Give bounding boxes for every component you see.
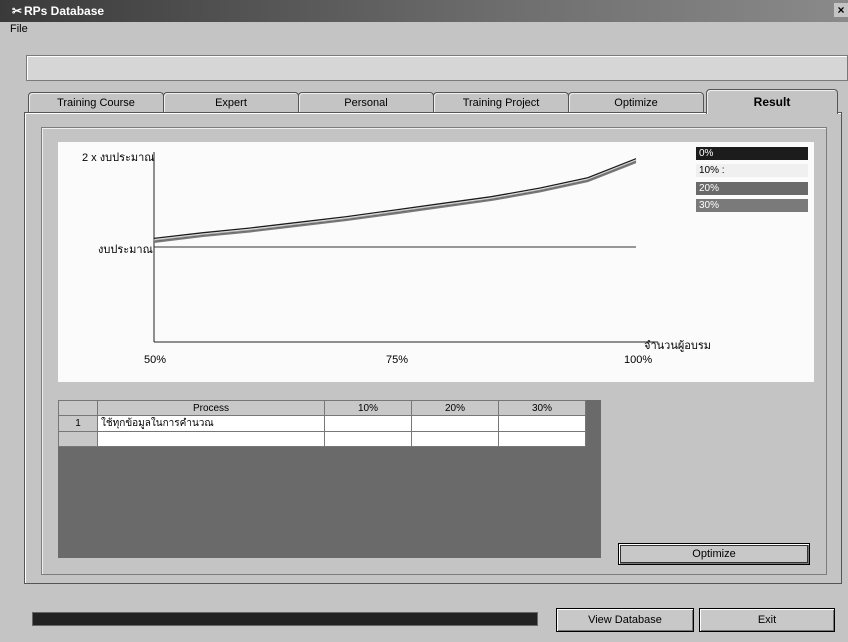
legend-20: 20% <box>696 182 808 195</box>
series-line-20pct <box>153 160 637 242</box>
result-chart: 2 x งบประมาณ งบประมาณ จำนวนผู้อบรม 50% 7… <box>58 142 814 382</box>
cell-10[interactable] <box>324 431 412 447</box>
cell-process[interactable]: ใช้ทุกข้อมูลในการคำนวณ <box>97 415 325 432</box>
series-line-10pct <box>153 159 637 241</box>
table-row[interactable] <box>58 431 586 447</box>
cell-10[interactable] <box>324 415 412 432</box>
x-tick-100: 100% <box>624 354 653 366</box>
exit-button[interactable]: Exit <box>699 608 835 632</box>
app-icon: ✂ <box>12 4 23 18</box>
result-grid-area: Process 10% 20% 30% 1 ใช้ทุกข้อมูลในการค… <box>58 400 601 558</box>
tab-result[interactable]: Result <box>706 89 838 114</box>
cell-30[interactable] <box>498 415 586 432</box>
grid-corner <box>58 400 98 416</box>
grid-header-20: 20% <box>411 400 499 416</box>
x-tick-75: 75% <box>386 354 409 366</box>
x-axis-label: จำนวนผู้อบรม <box>644 340 712 352</box>
view-database-button[interactable]: View Database <box>556 608 694 632</box>
cell-20[interactable] <box>411 431 499 447</box>
cell-process[interactable] <box>97 431 325 447</box>
grid-header-process: Process <box>97 400 325 416</box>
tab-training-course[interactable]: Training Course <box>28 92 164 113</box>
y-mid-label: งบประมาณ <box>98 244 153 256</box>
grid-header-10: 10% <box>324 400 412 416</box>
grid-header-30: 30% <box>498 400 586 416</box>
progress-fill <box>33 613 537 625</box>
menu-bar: File <box>0 22 848 38</box>
tab-training-project[interactable]: Training Project <box>433 92 569 113</box>
cell-30[interactable] <box>498 431 586 447</box>
grid-header-row: Process 10% 20% 30% <box>58 400 586 416</box>
tab-optimize[interactable]: Optimize <box>568 92 704 113</box>
optimize-button[interactable]: Optimize <box>618 543 810 565</box>
main-window: ✂ RPs Database × File Training Course Ex… <box>0 0 848 642</box>
legend-30: 30% <box>696 199 808 212</box>
legend-10: 10% : <box>696 164 808 177</box>
legend-0: 0% <box>696 147 808 160</box>
row-number <box>58 431 98 447</box>
title-bar: ✂ RPs Database × <box>0 0 848 22</box>
table-row[interactable]: 1 ใช้ทุกข้อมูลในการคำนวณ <box>58 415 586 432</box>
window-title: RPs Database <box>24 4 105 18</box>
row-number: 1 <box>58 415 98 432</box>
menu-file[interactable]: File <box>10 23 28 35</box>
result-grid: Process 10% 20% 30% 1 ใช้ทุกข้อมูลในการค… <box>58 400 586 447</box>
cell-20[interactable] <box>411 415 499 432</box>
y-top-label: 2 x งบประมาณ <box>82 152 155 164</box>
series-line-0pct <box>153 158 637 240</box>
close-icon[interactable]: × <box>834 3 848 17</box>
top-text-field[interactable] <box>26 55 848 81</box>
x-tick-50: 50% <box>144 354 167 366</box>
tab-expert[interactable]: Expert <box>163 92 299 113</box>
progress-bar <box>32 612 538 626</box>
tab-personal[interactable]: Personal <box>298 92 434 113</box>
